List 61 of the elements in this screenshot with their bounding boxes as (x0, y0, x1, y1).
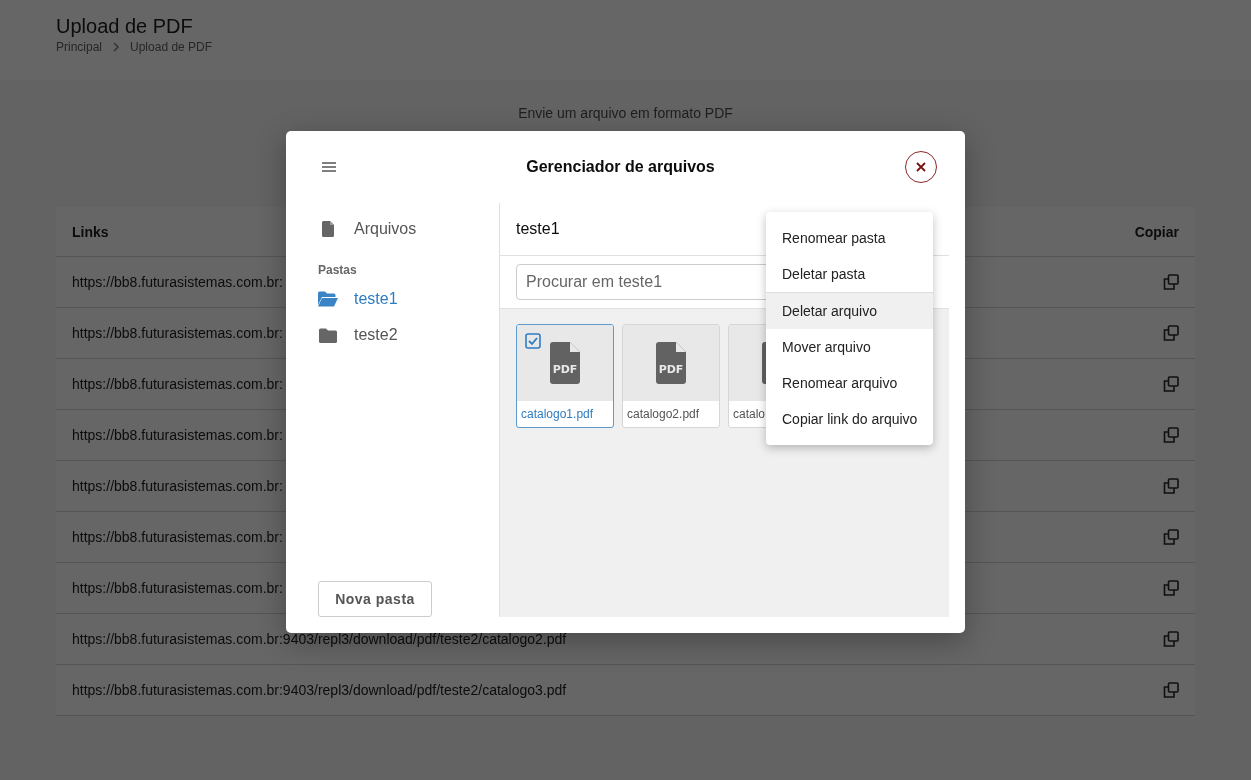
copy-icon (1163, 274, 1179, 290)
menu-button[interactable] (322, 161, 336, 173)
menu-icon (322, 161, 336, 173)
copy-icon (1163, 529, 1179, 545)
file-card[interactable]: PDF catalogo1.pdf (516, 324, 614, 428)
copy-icon (1163, 427, 1179, 443)
chevron-right-icon (112, 42, 121, 52)
copy-button[interactable] (1163, 376, 1179, 392)
copy-icon (1163, 580, 1179, 596)
pdf-file-icon: PDF (656, 342, 686, 384)
copy-button[interactable] (1163, 427, 1179, 443)
folder-title: teste1 (516, 220, 560, 238)
menu-item[interactable]: Renomear pasta (766, 220, 933, 256)
close-button[interactable] (905, 151, 937, 183)
folder-item[interactable]: teste1 (318, 281, 499, 317)
column-header: Links (72, 223, 109, 240)
copy-button[interactable] (1163, 631, 1179, 647)
copy-icon (1163, 478, 1179, 494)
copy-icon (1163, 682, 1179, 698)
file-name: catalogo1.pdf (521, 407, 594, 421)
folder-icon (318, 327, 338, 343)
column-header: Copiar (1134, 223, 1179, 240)
folder-name: teste2 (354, 326, 398, 344)
close-icon (916, 162, 926, 172)
link-cell: https://bb8.futurasistemas.com.br: (72, 325, 283, 341)
file-card[interactable]: PDF catalogo2.pdf (622, 324, 720, 428)
new-folder-button[interactable]: Nova pasta (318, 581, 432, 617)
copy-button[interactable] (1163, 274, 1179, 290)
file-name: catalogo2.pdf (627, 407, 700, 421)
menu-item[interactable]: Deletar arquivo (766, 293, 933, 329)
link-cell: https://bb8.futurasistemas.com.br: (72, 580, 283, 596)
copy-icon (1163, 325, 1179, 341)
checkbox-icon (525, 333, 541, 349)
open-folder-icon (318, 291, 338, 307)
folder-item[interactable]: teste2 (318, 317, 499, 353)
copy-icon (1163, 376, 1179, 392)
menu-item[interactable]: Copiar link do arquivo (766, 401, 933, 437)
file-name: catalo (733, 407, 766, 421)
menu-item[interactable]: Renomear arquivo (766, 365, 933, 401)
link-cell: https://bb8.futurasistemas.com.br: (72, 274, 283, 290)
folder-name: teste1 (354, 290, 398, 308)
page-title: Upload de PDF (56, 14, 193, 38)
copy-button[interactable] (1163, 478, 1179, 494)
link-cell: https://bb8.futurasistemas.com.br: (72, 376, 283, 392)
link-cell: https://bb8.futurasistemas.com.br: (72, 478, 283, 494)
link-cell: https://bb8.futurasistemas.com.br: (72, 427, 283, 443)
files-nav-item[interactable]: Arquivos (318, 203, 499, 255)
link-cell: https://bb8.futurasistemas.com.br:9403/repl3/download/pdf/teste2/catalogo3.pdf (72, 682, 567, 698)
copy-button[interactable] (1163, 682, 1179, 698)
copy-button[interactable] (1163, 580, 1179, 596)
section-label: Pastas (318, 263, 358, 277)
menu-item[interactable]: Mover arquivo (766, 329, 933, 365)
instruction-text: Envie um arquivo em formato PDF (518, 105, 733, 121)
link-cell: https://bb8.futurasistemas.com.br: (72, 529, 283, 545)
copy-icon (1163, 631, 1179, 647)
copy-button[interactable] (1163, 325, 1179, 341)
dialog-title: Gerenciador de arquivos (525, 158, 716, 176)
link-cell: https://bb8.futurasistemas.com.br:9403/repl3/download/pdf/teste2/catalogo2.pdf (72, 631, 567, 647)
pdf-file-icon: PDF (550, 342, 580, 384)
copy-button[interactable] (1163, 529, 1179, 545)
nav-label: Arquivos (354, 220, 417, 238)
